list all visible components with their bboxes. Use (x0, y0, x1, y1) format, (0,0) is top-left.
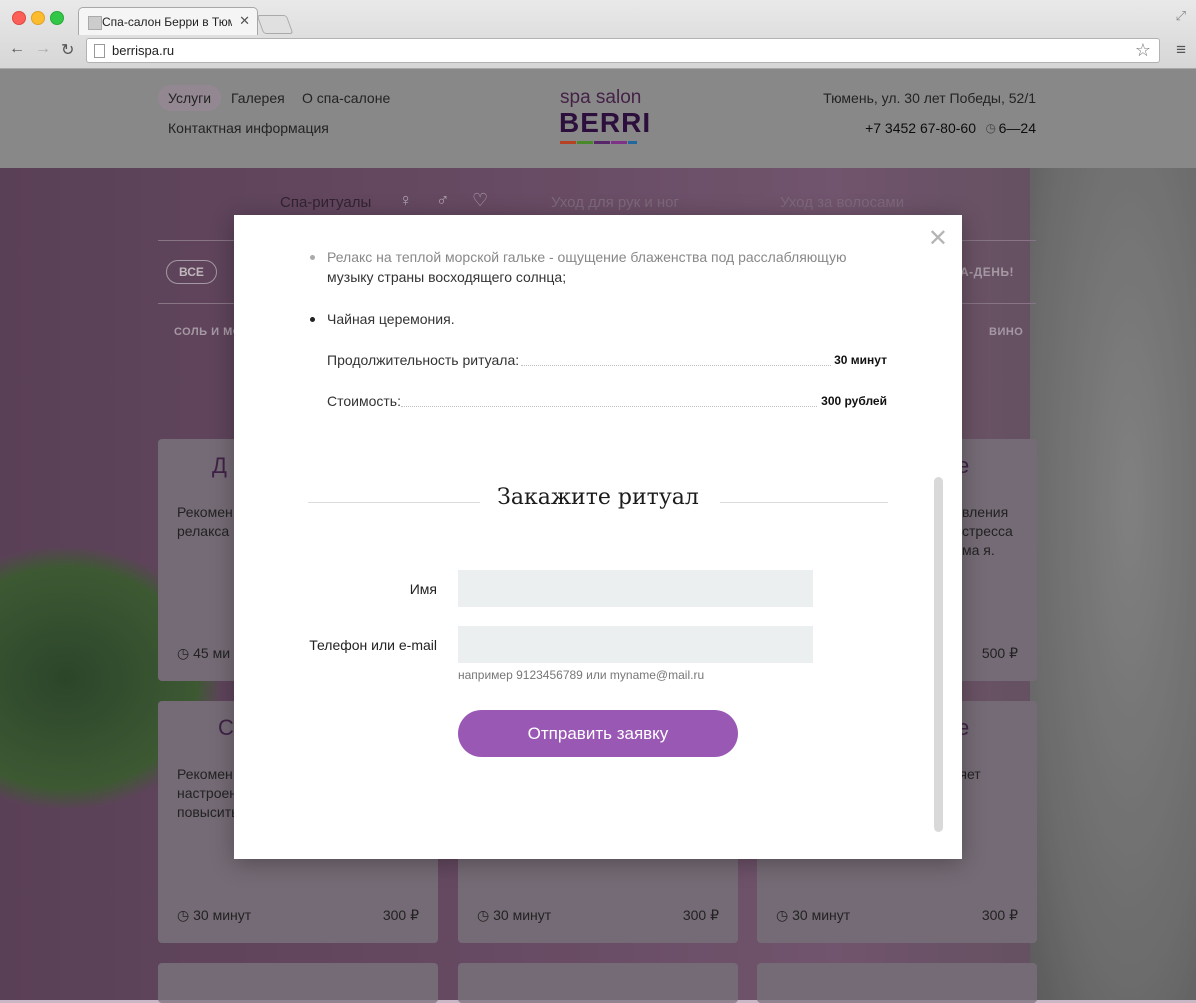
dotted-leader (521, 365, 831, 366)
form-title: Закажите ритуал (497, 485, 699, 510)
minimize-window-button[interactable] (31, 11, 45, 25)
fullscreen-icon[interactable]: ⤢ (1176, 8, 1186, 24)
browser-tab[interactable]: Спа-салон Берри в Тюмени ✕ (78, 7, 258, 35)
tab-title: Спа-салон Берри в Тюмени (102, 15, 232, 29)
bookmark-star-icon[interactable]: ☆ (1135, 40, 1151, 61)
browser-menu-icon[interactable]: ≡ (1176, 40, 1186, 60)
submit-button[interactable]: Отправить заявку (458, 710, 738, 757)
page-icon (94, 44, 105, 58)
price-value: 300 рублей (821, 394, 887, 408)
zoom-window-button[interactable] (50, 11, 64, 25)
contact-label: Телефон или e-mail (309, 637, 437, 653)
back-icon[interactable]: ← (9, 40, 25, 58)
favicon-icon (88, 16, 102, 30)
new-tab-button[interactable] (256, 15, 294, 34)
contact-input[interactable] (458, 626, 813, 663)
contact-hint: например 9123456789 или myname@mail.ru (458, 668, 705, 682)
tab-close-icon[interactable]: ✕ (239, 13, 250, 29)
duration-label: Продолжительность ритуала: (327, 352, 520, 368)
modal-scrollbar[interactable] (934, 477, 943, 832)
duration-value: 30 минут (834, 353, 887, 367)
browser-chrome: Спа-салон Берри в Тюмени ✕ ⤢ ← → ↻ berri… (0, 0, 1196, 69)
price-row: Стоимость: 300 рублей (327, 393, 887, 411)
ritual-item-text: Релакс на теплой морской гальке - ощущен… (327, 249, 847, 265)
ritual-item-text: музыку страны восходящего солнца; (327, 269, 567, 285)
bullet (310, 317, 315, 322)
close-icon[interactable]: ✕ (928, 227, 948, 251)
duration-row: Продолжительность ритуала: 30 минут (327, 352, 887, 370)
close-window-button[interactable] (12, 11, 26, 25)
address-bar[interactable]: berrispa.ru ☆ (86, 38, 1160, 63)
name-input[interactable] (458, 570, 813, 607)
name-label: Имя (409, 581, 437, 597)
ritual-item-text: Чайная церемония. (327, 311, 455, 327)
url-text: berrispa.ru (112, 43, 175, 58)
reload-icon[interactable]: ↻ (61, 40, 74, 60)
bullet (310, 255, 315, 260)
ritual-modal: ✕ Релакс на теплой морской гальке - ощущ… (234, 215, 962, 859)
forward-icon[interactable]: → (35, 40, 51, 58)
dotted-leader (401, 406, 817, 407)
price-label: Стоимость: (327, 393, 401, 409)
